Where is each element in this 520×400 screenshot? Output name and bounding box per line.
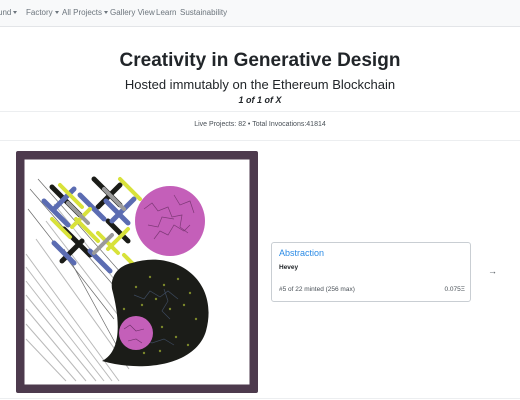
nav-item-sustainability[interactable]: Sustainability — [180, 8, 227, 17]
nav-label: und — [0, 8, 12, 17]
nav-item-und[interactable]: und — [0, 8, 18, 17]
nav-item-learn[interactable]: Learn — [156, 8, 176, 17]
caret-down-icon — [54, 11, 59, 14]
project-title-link[interactable]: Abstraction — [279, 248, 324, 258]
price-label: 0.075Ξ — [444, 286, 466, 293]
featured-artwork — [24, 159, 250, 385]
nav-item-all-projects[interactable]: All Projects — [62, 8, 109, 17]
featured-artwork-frame[interactable] — [16, 151, 258, 393]
arrow-right-icon[interactable]: → — [488, 266, 497, 276]
minted-count: #5 of 22 minted (256 max) — [279, 286, 355, 293]
hero-section: Creativity in Generative Design Hosted i… — [0, 48, 520, 105]
nav-label: Factory — [26, 8, 53, 17]
live-stats: Live Projects: 82 • Total Invocations:41… — [194, 121, 326, 128]
nav-label: Sustainability — [180, 8, 228, 17]
nav-item-gallery-view[interactable]: Gallery View — [110, 8, 155, 17]
page-title: Creativity in Generative Design — [119, 50, 401, 71]
artist-name: Hevey — [279, 264, 299, 271]
edition-count: 1 of 1 of X — [238, 95, 282, 105]
top-navbar: und Factory All Projects Gallery View Le… — [0, 0, 520, 27]
page-subtitle: Hosted immutably on the Ethereum Blockch… — [124, 77, 396, 92]
divider — [0, 140, 520, 141]
caret-down-icon — [13, 11, 18, 14]
nav-item-factory[interactable]: Factory — [26, 8, 59, 17]
featured-project-card[interactable]: Abstraction Hevey #5 of 22 minted (256 m… — [271, 242, 471, 302]
caret-down-icon — [104, 11, 109, 14]
nav-label: All Projects — [62, 8, 103, 17]
nav-label: Gallery View — [110, 8, 155, 17]
divider — [0, 398, 520, 399]
nav-label: Learn — [156, 8, 177, 17]
divider — [0, 111, 520, 112]
